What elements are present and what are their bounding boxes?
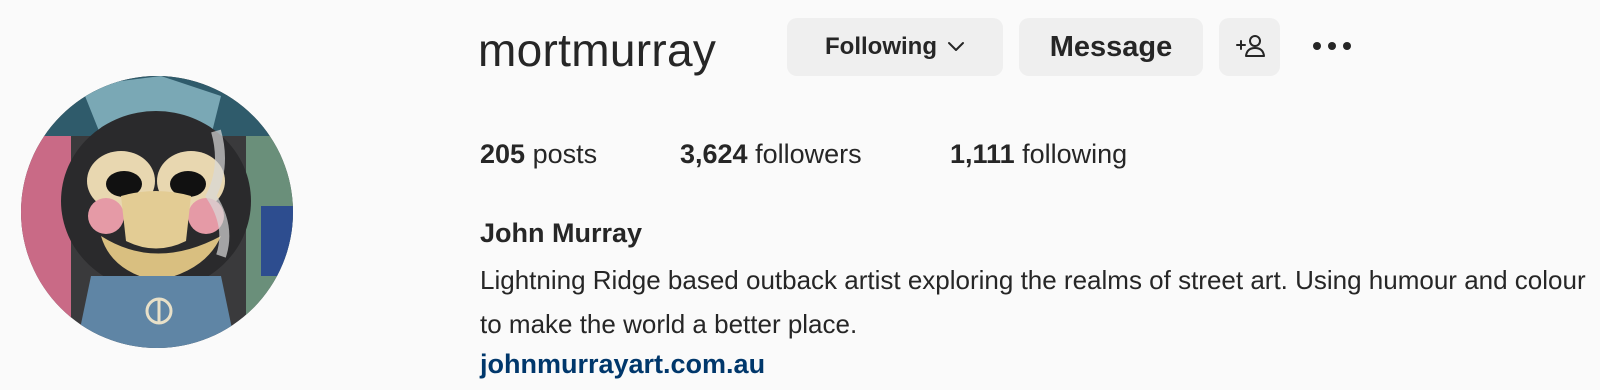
posts-number: 205 xyxy=(480,139,526,169)
following-number: 1,111 xyxy=(950,139,1015,169)
avatar-artwork xyxy=(21,76,293,348)
suggest-users-button[interactable] xyxy=(1219,18,1280,76)
full-name: John Murray xyxy=(480,218,643,248)
more-options-button[interactable] xyxy=(1310,33,1354,61)
username: mortmurray xyxy=(478,24,717,76)
posts-label: posts xyxy=(532,139,598,169)
followers-link[interactable]: 3,624 followers xyxy=(680,134,862,174)
bio-text: Lightning Ridge based outback artist exp… xyxy=(480,265,1586,339)
followers-number: 3,624 xyxy=(680,139,748,169)
chevron-down-icon xyxy=(947,41,965,53)
posts-count: 205 posts xyxy=(480,134,597,174)
following-label: following xyxy=(1022,139,1128,169)
following-button-label: Following xyxy=(825,33,937,60)
following-button[interactable]: Following xyxy=(787,18,1003,76)
followers-label: followers xyxy=(755,139,862,169)
more-options-icon xyxy=(1312,38,1352,56)
add-user-icon xyxy=(1235,33,1265,62)
profile-header: mortmurray Following Message 205 posts 3… xyxy=(0,0,1600,390)
following-link[interactable]: 1,111 following xyxy=(950,134,1127,174)
profile-avatar[interactable] xyxy=(21,76,293,348)
website-link[interactable]: johnmurrayart.com.au xyxy=(480,344,765,384)
message-button[interactable]: Message xyxy=(1019,18,1203,76)
